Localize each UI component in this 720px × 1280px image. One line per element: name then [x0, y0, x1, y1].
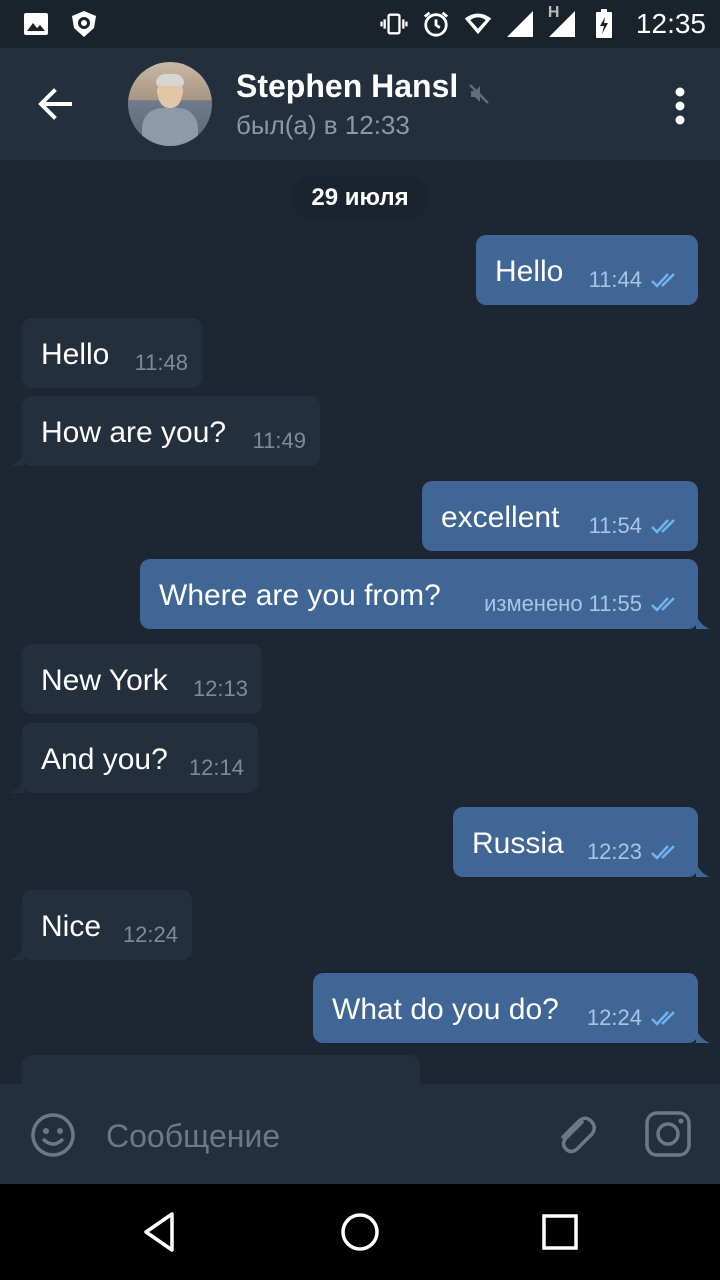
nav-home-button[interactable] [338, 1210, 382, 1254]
message-time: 11:55 [588, 591, 642, 616]
message-meta: 11:44 [589, 267, 684, 293]
message-outgoing[interactable]: What do you do? 12:24 [313, 973, 710, 1043]
network-type-label: H [547, 4, 560, 21]
last-seen-status: был(а) в 12:33 [236, 110, 410, 140]
message-meta: 11:49 [253, 428, 306, 454]
nav-home-icon [341, 1213, 379, 1251]
message-incoming[interactable]: And you? 12:14 [10, 723, 258, 793]
message-time: 12:14 [188, 755, 244, 780]
message-text: excellent [441, 501, 560, 534]
back-button[interactable] [34, 82, 78, 126]
message-text: New York [41, 664, 168, 697]
message-time: 11:44 [588, 267, 642, 292]
message-meta: 12:24 [587, 1005, 684, 1031]
paperclip-icon [561, 1116, 596, 1154]
message-time: 12:13 [192, 676, 248, 701]
read-ticks-icon [651, 273, 675, 288]
contact-name[interactable]: Stephen Hansl [236, 68, 490, 105]
system-nav-bar [0, 1184, 720, 1280]
message-text: Hello [495, 255, 564, 288]
message-time: 11:54 [588, 513, 642, 538]
chat-header: Stephen Hansl был(а) в 12:33 [0, 48, 720, 160]
nav-recents-icon [542, 1214, 578, 1250]
message-incoming[interactable]: Nice 12:24 [10, 890, 192, 960]
message-meta: 11:54 [589, 513, 684, 539]
more-options-button[interactable] [674, 86, 686, 126]
message-outgoing[interactable]: Russia 12:23 [453, 807, 710, 877]
message-text: Nice [41, 910, 102, 943]
message-time: 11:48 [134, 350, 188, 375]
message-list[interactable]: 29 июля Hello 11:44 Hello 11:48 How are … [0, 160, 720, 1084]
nav-back-button[interactable] [138, 1210, 182, 1254]
message-time: 12:23 [586, 839, 642, 864]
nav-recents-button[interactable] [538, 1210, 582, 1254]
message-meta: 12:23 [587, 839, 684, 865]
vibrate-icon [380, 10, 408, 38]
avatar[interactable] [128, 62, 212, 146]
read-ticks-icon [651, 597, 675, 612]
message-meta: 11:48 [135, 350, 188, 376]
shield-app-icon [70, 10, 98, 38]
message-meta: 12:14 [189, 755, 244, 781]
alarm-icon [422, 10, 450, 38]
message-outgoing[interactable]: Hello 11:44 [476, 235, 698, 305]
message-incoming-partial[interactable] [22, 1055, 420, 1084]
message-meta: изменено 11:55 [484, 591, 684, 617]
read-ticks-icon [651, 845, 675, 860]
edited-label: изменено [484, 591, 583, 616]
status-bar: H 12:35 [0, 0, 720, 48]
emoji-button[interactable] [30, 1112, 76, 1158]
image-icon [22, 10, 50, 38]
read-ticks-icon [651, 1011, 675, 1026]
wifi-icon [464, 10, 492, 38]
battery-icon [590, 9, 618, 38]
message-meta: 12:24 [123, 922, 178, 948]
signal-icon [506, 10, 534, 38]
message-input[interactable] [104, 1110, 528, 1162]
nav-back-icon [144, 1212, 174, 1252]
message-text: How are you? [41, 416, 227, 449]
message-time: 11:49 [252, 428, 306, 453]
camera-button[interactable] [644, 1110, 692, 1158]
contact-name-label: Stephen Hansl [236, 68, 459, 104]
read-ticks-icon [651, 519, 675, 534]
message-composer [0, 1084, 720, 1184]
message-time: 12:24 [122, 922, 178, 947]
more-vert-icon [675, 87, 685, 125]
message-text: Where are you from? [159, 579, 441, 612]
message-outgoing[interactable]: excellent 11:54 [422, 481, 698, 551]
message-incoming[interactable]: How are you? 11:49 [10, 396, 320, 466]
message-text: And you? [41, 743, 168, 776]
camera-icon [645, 1111, 691, 1157]
signal-h-icon: H [548, 4, 576, 38]
message-text: Russia [472, 827, 564, 860]
attach-button[interactable] [552, 1110, 600, 1158]
message-text: What do you do? [332, 993, 559, 1026]
message-incoming[interactable]: New York 12:13 [22, 644, 262, 714]
message-meta: 12:13 [193, 676, 248, 702]
clock-time: 12:35 [635, 8, 706, 39]
emoji-icon [31, 1113, 75, 1157]
message-incoming[interactable]: Hello 11:48 [22, 318, 202, 388]
message-text: Hello [41, 338, 110, 371]
back-arrow-icon [38, 88, 72, 120]
mute-icon [468, 76, 490, 104]
message-outgoing[interactable]: Where are you from? изменено 11:55 [140, 559, 710, 629]
date-separator: 29 июля [291, 176, 429, 220]
message-time: 12:24 [586, 1005, 642, 1030]
